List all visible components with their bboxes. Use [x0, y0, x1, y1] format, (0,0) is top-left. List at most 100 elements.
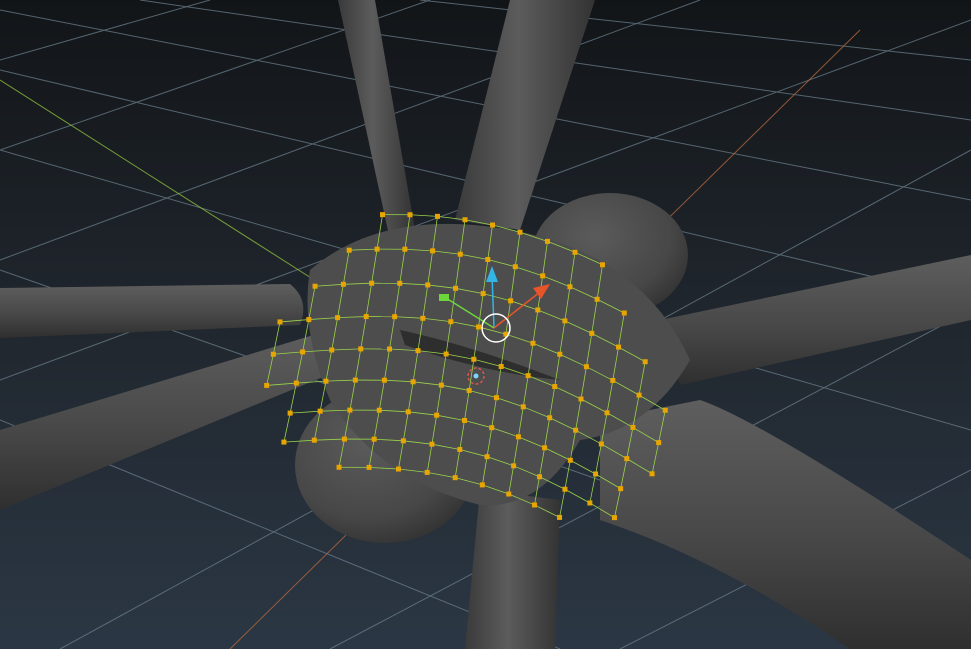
selected-vertex-icon[interactable] [287, 410, 293, 416]
selected-vertex-icon[interactable] [490, 222, 495, 228]
selected-vertex-icon[interactable] [462, 217, 468, 223]
selected-vertex-icon[interactable] [593, 471, 599, 477]
selected-vertex-icon[interactable] [537, 474, 543, 480]
selected-vertex-icon[interactable] [300, 349, 306, 355]
selected-vertex-icon[interactable] [457, 446, 463, 452]
selected-vertex-icon[interactable] [489, 425, 495, 431]
selected-vertex-icon[interactable] [618, 486, 624, 492]
selected-vertex-icon[interactable] [525, 373, 531, 379]
selected-vertex-icon[interactable] [572, 249, 578, 255]
selected-vertex-icon[interactable] [630, 424, 636, 430]
selected-vertex-icon[interactable] [624, 456, 630, 462]
selected-vertex-icon[interactable] [352, 377, 358, 383]
selected-vertex-icon[interactable] [346, 247, 352, 253]
selected-vertex-icon[interactable] [512, 264, 518, 270]
selected-vertex-icon[interactable] [407, 212, 413, 218]
selected-vertex-icon[interactable] [311, 437, 317, 443]
selected-vertex-icon[interactable] [479, 482, 485, 488]
selected-vertex-icon[interactable] [415, 348, 421, 354]
selected-vertex-icon[interactable] [656, 440, 662, 446]
selected-vertex-icon[interactable] [611, 515, 617, 521]
selected-vertex-icon[interactable] [508, 298, 514, 304]
selected-vertex-icon[interactable] [420, 315, 426, 321]
selected-vertex-icon[interactable] [381, 377, 387, 383]
selected-vertex-icon[interactable] [438, 382, 444, 388]
viewport-scene[interactable] [0, 0, 971, 649]
selected-vertex-icon[interactable] [506, 491, 512, 497]
selected-vertex-icon[interactable] [281, 439, 287, 445]
selected-vertex-icon[interactable] [642, 359, 648, 365]
selected-vertex-icon[interactable] [461, 417, 467, 423]
selected-vertex-icon[interactable] [583, 364, 589, 370]
selected-vertex-icon[interactable] [424, 469, 430, 475]
selected-vertex-icon[interactable] [376, 407, 382, 413]
selected-vertex-icon[interactable] [392, 314, 398, 320]
selected-vertex-icon[interactable] [485, 256, 491, 262]
selected-vertex-icon[interactable] [329, 347, 335, 353]
selected-vertex-icon[interactable] [369, 280, 375, 286]
selected-vertex-icon[interactable] [542, 445, 548, 451]
selected-vertex-icon[interactable] [604, 410, 610, 416]
selected-vertex-icon[interactable] [317, 408, 323, 414]
selected-vertex-icon[interactable] [498, 363, 504, 369]
selected-vertex-icon[interactable] [567, 457, 573, 463]
selected-vertex-icon[interactable] [589, 330, 595, 336]
selected-vertex-icon[interactable] [434, 412, 440, 418]
selected-vertex-icon[interactable] [387, 346, 393, 352]
selected-vertex-icon[interactable] [443, 351, 449, 357]
selected-vertex-icon[interactable] [493, 395, 499, 401]
selected-vertex-icon[interactable] [517, 229, 523, 235]
selected-vertex-icon[interactable] [616, 344, 622, 350]
selected-vertex-icon[interactable] [578, 396, 584, 402]
selected-vertex-icon[interactable] [600, 262, 605, 268]
selected-vertex-icon[interactable] [264, 382, 270, 388]
selected-vertex-icon[interactable] [636, 392, 642, 398]
selected-vertex-icon[interactable] [540, 273, 546, 279]
selected-vertex-icon[interactable] [457, 251, 463, 257]
selected-vertex-icon[interactable] [425, 282, 431, 288]
selected-vertex-icon[interactable] [594, 296, 600, 302]
selected-vertex-icon[interactable] [336, 464, 342, 470]
selected-vertex-icon[interactable] [323, 378, 329, 384]
selected-vertex-icon[interactable] [340, 281, 346, 287]
selected-vertex-icon[interactable] [587, 500, 593, 506]
selected-vertex-icon[interactable] [515, 434, 521, 440]
selected-vertex-icon[interactable] [347, 407, 353, 413]
selected-vertex-icon[interactable] [480, 291, 486, 297]
selected-vertex-icon[interactable] [475, 324, 481, 330]
selected-vertex-icon[interactable] [484, 454, 490, 460]
selected-vertex-icon[interactable] [471, 356, 477, 362]
selected-vertex-icon[interactable] [405, 409, 411, 415]
selected-vertex-icon[interactable] [567, 284, 573, 290]
selected-vertex-icon[interactable] [270, 351, 276, 357]
selected-vertex-icon[interactable] [448, 319, 454, 325]
selected-vertex-icon[interactable] [562, 486, 568, 492]
selected-vertex-icon[interactable] [341, 436, 347, 442]
selected-vertex-icon[interactable] [400, 438, 406, 444]
selected-vertex-icon[interactable] [374, 246, 380, 252]
selected-vertex-icon[interactable] [562, 318, 568, 324]
selected-vertex-icon[interactable] [277, 319, 283, 325]
selected-vertex-icon[interactable] [371, 436, 377, 442]
selected-vertex-icon[interactable] [547, 415, 553, 421]
selected-vertex-icon[interactable] [397, 280, 403, 286]
selected-vertex-icon[interactable] [520, 404, 526, 410]
selected-vertex-icon[interactable] [557, 351, 563, 357]
selected-vertex-icon[interactable] [358, 346, 364, 352]
selected-vertex-icon[interactable] [293, 380, 299, 386]
3d-viewport[interactable] [0, 0, 971, 649]
selected-vertex-icon[interactable] [363, 314, 369, 320]
selected-vertex-icon[interactable] [511, 463, 517, 469]
gizmo-z-handle-icon[interactable] [439, 294, 449, 301]
selected-vertex-icon[interactable] [430, 248, 436, 254]
selected-vertex-icon[interactable] [335, 315, 341, 321]
selected-vertex-icon[interactable] [306, 317, 312, 323]
selected-vertex-icon[interactable] [380, 212, 385, 218]
selected-vertex-icon[interactable] [312, 283, 318, 289]
selected-vertex-icon[interactable] [429, 441, 435, 447]
selected-vertex-icon[interactable] [435, 213, 440, 219]
selected-vertex-icon[interactable] [395, 466, 401, 472]
selected-vertex-icon[interactable] [452, 475, 458, 481]
selected-vertex-icon[interactable] [545, 238, 550, 244]
selected-vertex-icon[interactable] [573, 427, 579, 433]
